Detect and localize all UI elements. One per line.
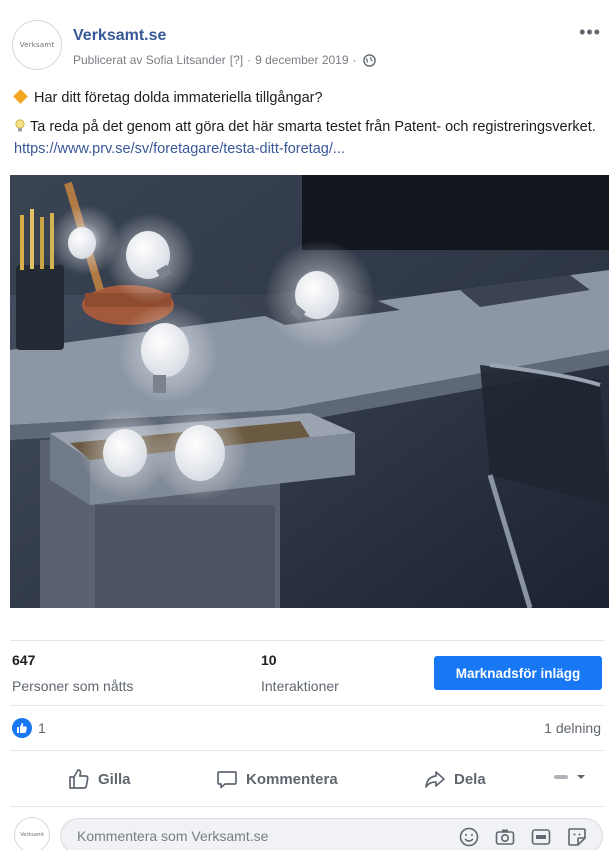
- share-icon: [425, 771, 445, 788]
- meta-separator: ·: [247, 53, 252, 67]
- camera-icon[interactable]: [494, 826, 516, 848]
- post-text: Har ditt företag dolda immateriella till…: [13, 87, 599, 160]
- more-options-icon[interactable]: •••: [579, 22, 601, 43]
- help-marker[interactable]: [?]: [230, 53, 243, 67]
- comment-input-icons: [458, 826, 588, 848]
- share-button[interactable]: Dela: [424, 768, 486, 790]
- like-button[interactable]: Gilla: [68, 768, 131, 790]
- post-line-2: Ta reda på det genom att göra det här sm…: [14, 116, 599, 160]
- commenter-avatar-text: Verksamt: [20, 832, 44, 838]
- divider: [10, 640, 605, 641]
- divider: [10, 806, 605, 807]
- diamond-icon: [13, 89, 28, 104]
- page-name-link[interactable]: Verksamt.se: [73, 27, 166, 45]
- globe-icon[interactable]: [362, 53, 376, 67]
- reaction-summary[interactable]: 1: [12, 718, 46, 738]
- post-header: Verksamt Verksamt.se Publicerat av Sofia…: [0, 0, 609, 80]
- like-count: 1: [38, 720, 46, 736]
- engagement-label[interactable]: Interaktioner: [261, 678, 339, 694]
- gif-icon[interactable]: [530, 826, 552, 848]
- audience-select[interactable]: [553, 770, 586, 784]
- post-meta: Publicerat av Sofia Litsander [?] · 9 de…: [73, 53, 376, 67]
- chevron-down-icon: [577, 775, 585, 779]
- post-link[interactable]: https://www.prv.se/sv/foretagare/testa-d…: [14, 141, 345, 157]
- published-by[interactable]: Publicerat av Sofia Litsander: [73, 53, 226, 67]
- boost-post-button[interactable]: Marknadsför inlägg: [434, 656, 602, 690]
- divider: [10, 705, 605, 706]
- reach-label[interactable]: Personer som nåtts: [12, 678, 133, 694]
- post-headline: Har ditt företag dolda immateriella till…: [34, 90, 323, 106]
- meta-separator-2: ·: [352, 53, 357, 67]
- divider: [10, 750, 605, 751]
- post-date[interactable]: 9 december 2019: [255, 53, 348, 67]
- share-label: Dela: [454, 770, 486, 788]
- emoji-icon[interactable]: [458, 826, 480, 848]
- commenter-avatar[interactable]: Verksamt: [14, 817, 50, 850]
- desk-lightbulbs-illustration: [10, 175, 609, 608]
- page-avatar-text: Verksamt: [19, 41, 55, 49]
- lightbulb-icon: [14, 118, 26, 132]
- share-count[interactable]: 1 delning: [544, 720, 601, 736]
- like-badge-icon: [12, 718, 32, 738]
- page-switch-icon: [554, 775, 568, 779]
- comment-label: Kommentera: [246, 770, 338, 788]
- engagement-value: 10: [261, 652, 277, 668]
- post-image[interactable]: [10, 175, 609, 608]
- page-avatar[interactable]: Verksamt: [12, 20, 62, 70]
- sticker-icon[interactable]: [566, 826, 588, 848]
- reach-value: 647: [12, 652, 36, 668]
- like-icon: [69, 769, 89, 789]
- comment-icon: [217, 771, 237, 789]
- like-label: Gilla: [98, 770, 131, 788]
- post-body-text: Ta reda på det genom att göra det här sm…: [30, 119, 596, 135]
- post-line-1: Har ditt företag dolda immateriella till…: [13, 87, 599, 109]
- comment-button[interactable]: Kommentera: [216, 768, 338, 790]
